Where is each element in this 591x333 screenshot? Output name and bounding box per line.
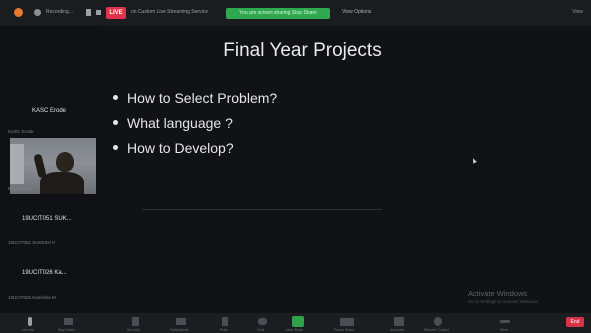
meeting-top-bar: Recording... LIVE on Custom Live Streami… <box>0 0 591 26</box>
bullet-item: How to Develop? <box>113 140 277 165</box>
slide-divider <box>142 209 382 210</box>
toolbar-label-unmute: Unmute <box>22 328 35 332</box>
remote-control-icon[interactable] <box>434 317 442 326</box>
toolbar-label-pause-share: Pause Share <box>334 328 355 332</box>
new-share-button[interactable] <box>292 316 304 327</box>
view-button[interactable]: View <box>572 9 583 15</box>
record-icon[interactable] <box>34 9 41 16</box>
participants-panel: KASC Erode KASC Erode Kavi Vijesh 19UCIT… <box>0 26 100 313</box>
participant-label: 19UCIT051 SUKESH V <box>8 240 56 245</box>
orange-dot-icon <box>14 8 23 17</box>
more-icon[interactable] <box>500 320 510 323</box>
toolbar-label-new-share: New Share <box>286 328 304 332</box>
toolbar-label-stop-video: Stop Video <box>58 328 76 332</box>
bullet-icon <box>113 144 118 150</box>
bullet-text: How to Develop? <box>127 140 234 156</box>
toolbar-label-polls: Polls <box>220 328 228 332</box>
participant-label: KASC Erode <box>8 129 34 134</box>
activate-windows-watermark: Activate Windows <box>468 289 528 298</box>
bullet-item: What language ? <box>113 115 277 140</box>
video-camera-icon[interactable] <box>64 318 73 325</box>
person-head <box>56 152 74 172</box>
toolbar-label-remote-control: Remote Control <box>424 328 449 332</box>
bullet-item: How to Select Problem? <box>113 90 277 115</box>
toolbar-label-participants: Participants <box>170 328 189 332</box>
slide-title: Final Year Projects <box>223 40 382 61</box>
screen-sharing-banner[interactable]: You are screen sharing Stop Share <box>226 8 330 19</box>
toolbar-label-chat: Chat <box>257 328 265 332</box>
security-shield-icon[interactable] <box>132 317 139 326</box>
bullet-icon <box>113 119 118 125</box>
bullet-text: How to Select Problem? <box>127 90 278 106</box>
toolbar-label-annotate: Annotate <box>390 328 405 332</box>
participant-name: 19UCIT051 SUK... <box>22 216 72 222</box>
stop-icon[interactable] <box>96 10 101 15</box>
bullet-text: What language ? <box>127 115 233 131</box>
participant-label: 19UCIT026 Kanishka M <box>8 295 56 300</box>
background-window <box>10 144 24 184</box>
live-badge[interactable]: LIVE <box>106 7 126 19</box>
bullet-icon <box>113 94 118 100</box>
person-body <box>40 172 84 194</box>
participant-name: KASC Erode <box>32 108 67 114</box>
polls-icon[interactable] <box>222 317 228 326</box>
shared-slide: Final Year Projects How to Select Proble… <box>100 26 591 313</box>
chat-icon[interactable] <box>258 318 267 325</box>
view-options-menu[interactable]: View Options <box>342 9 371 15</box>
toolbar-label-more: More <box>500 328 508 332</box>
activate-windows-subtext: Go to Settings to activate Windows. <box>468 299 540 304</box>
meeting-toolbar: Unmute Stop Video Security Participants … <box>0 313 591 333</box>
mouse-cursor-icon <box>471 157 477 164</box>
microphone-icon[interactable] <box>28 317 32 326</box>
toolbar-label-security: Security <box>127 328 140 332</box>
stream-service-text[interactable]: on Custom Live Streaming Service <box>131 9 208 15</box>
pause-icon[interactable] <box>86 9 91 16</box>
pause-share-icon[interactable] <box>340 318 354 326</box>
participant-label: Kavi Vijesh <box>8 186 31 191</box>
end-meeting-button[interactable]: End <box>566 317 584 327</box>
annotate-icon[interactable] <box>394 317 404 326</box>
participant-name: 19UCIT026 Ka... <box>22 270 67 276</box>
participants-icon[interactable] <box>176 318 186 325</box>
recording-status: Recording... <box>46 9 73 15</box>
slide-bullets: How to Select Problem? What language ? H… <box>113 90 277 165</box>
